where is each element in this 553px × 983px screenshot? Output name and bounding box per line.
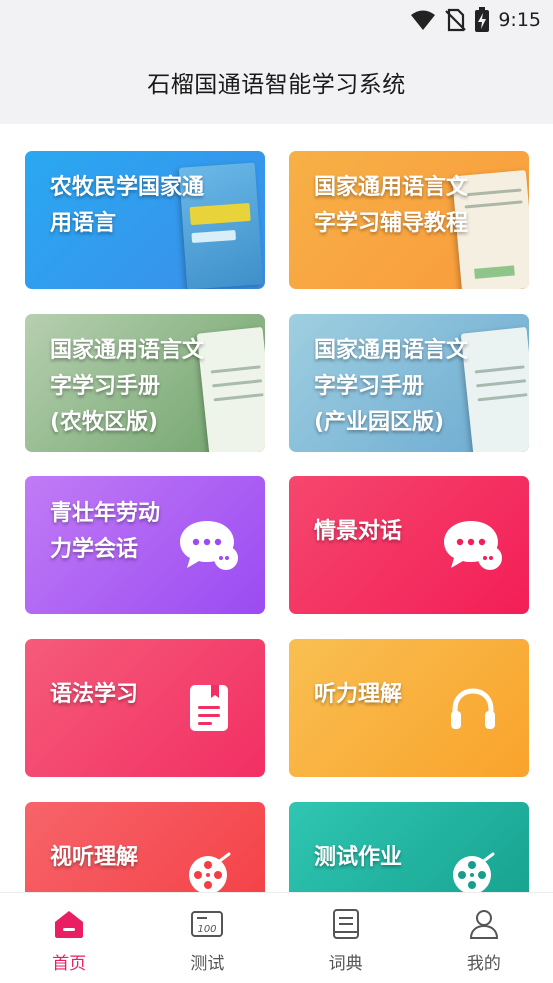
card-tutoring-course[interactable]: 国家通用语言文 字学习辅导教程 <box>289 151 529 289</box>
chat-bubbles-icon <box>180 521 238 570</box>
headphones-icon <box>451 688 495 729</box>
bottom-tab-bar: 首页 100 测试 词典 我的 <box>0 892 553 983</box>
card-handbook-industrial[interactable]: 国家通用语言文 字学习手册 (产业园区版) <box>289 314 529 452</box>
app-header: 石榴国通语智能学习系统 <box>0 40 553 124</box>
tab-home[interactable]: 首页 <box>0 893 138 983</box>
card-audiovisual[interactable]: 视听理解 <box>25 802 265 892</box>
tab-profile[interactable]: 我的 <box>415 893 553 983</box>
card-listening[interactable]: 听力理解 <box>289 639 529 777</box>
card-label: 语法学习 <box>50 682 139 707</box>
status-icons: 9:15 <box>410 6 541 34</box>
tab-label: 词典 <box>328 954 363 974</box>
module-grid[interactable]: 农牧民学国家通 用语言 国家通用语言文 字学习辅导教程 国家通用语言文 字学习手… <box>0 124 553 892</box>
status-time: 9:15 <box>498 9 541 31</box>
page-title: 石榴国通语智能学习系统 <box>147 72 406 98</box>
status-bar: 9:15 <box>0 0 553 40</box>
card-label: 测试作业 <box>314 845 403 870</box>
tab-dictionary[interactable]: 词典 <box>277 893 415 983</box>
card-label: 农牧民学国家通 用语言 <box>50 175 205 236</box>
book-cover-image <box>460 326 529 452</box>
card-farmer-language[interactable]: 农牧民学国家通 用语言 <box>25 151 265 289</box>
card-label: 国家通用语言文 字学习手册 (产业园区版) <box>314 338 469 435</box>
card-label: 情景对话 <box>314 519 403 544</box>
svg-text:100: 100 <box>198 924 217 935</box>
battery-charging-icon <box>475 7 490 32</box>
dictionary-icon <box>332 909 359 939</box>
test-score-icon: 100 <box>191 911 224 937</box>
card-label: 听力理解 <box>314 682 403 707</box>
card-label: 国家通用语言文 字学习辅导教程 <box>314 175 469 236</box>
card-label: 国家通用语言文 字学习手册 (农牧区版) <box>50 338 205 435</box>
home-icon <box>55 911 84 938</box>
chat-bubbles-icon <box>444 521 502 570</box>
tab-label: 我的 <box>466 954 501 974</box>
film-reel-icon <box>453 852 495 892</box>
bookmark-book-icon <box>190 685 228 731</box>
profile-icon <box>469 910 498 939</box>
card-youth-conversation[interactable]: 青壮年劳动 力学会话 <box>25 476 265 614</box>
tab-test[interactable]: 100 测试 <box>138 893 276 983</box>
card-test-homework[interactable]: 测试作业 <box>289 802 529 892</box>
card-label: 青壮年劳动 力学会话 <box>50 501 161 562</box>
no-sim-icon <box>445 8 467 32</box>
card-label: 视听理解 <box>50 845 139 870</box>
card-grammar[interactable]: 语法学习 <box>25 639 265 777</box>
book-cover-image <box>196 326 265 452</box>
tab-label: 测试 <box>190 954 225 974</box>
film-reel-icon <box>189 852 231 892</box>
wifi-icon <box>411 10 436 30</box>
tab-label: 首页 <box>52 954 87 974</box>
card-handbook-pastoral[interactable]: 国家通用语言文 字学习手册 (农牧区版) <box>25 314 265 452</box>
card-scene-dialogue[interactable]: 情景对话 <box>289 476 529 614</box>
